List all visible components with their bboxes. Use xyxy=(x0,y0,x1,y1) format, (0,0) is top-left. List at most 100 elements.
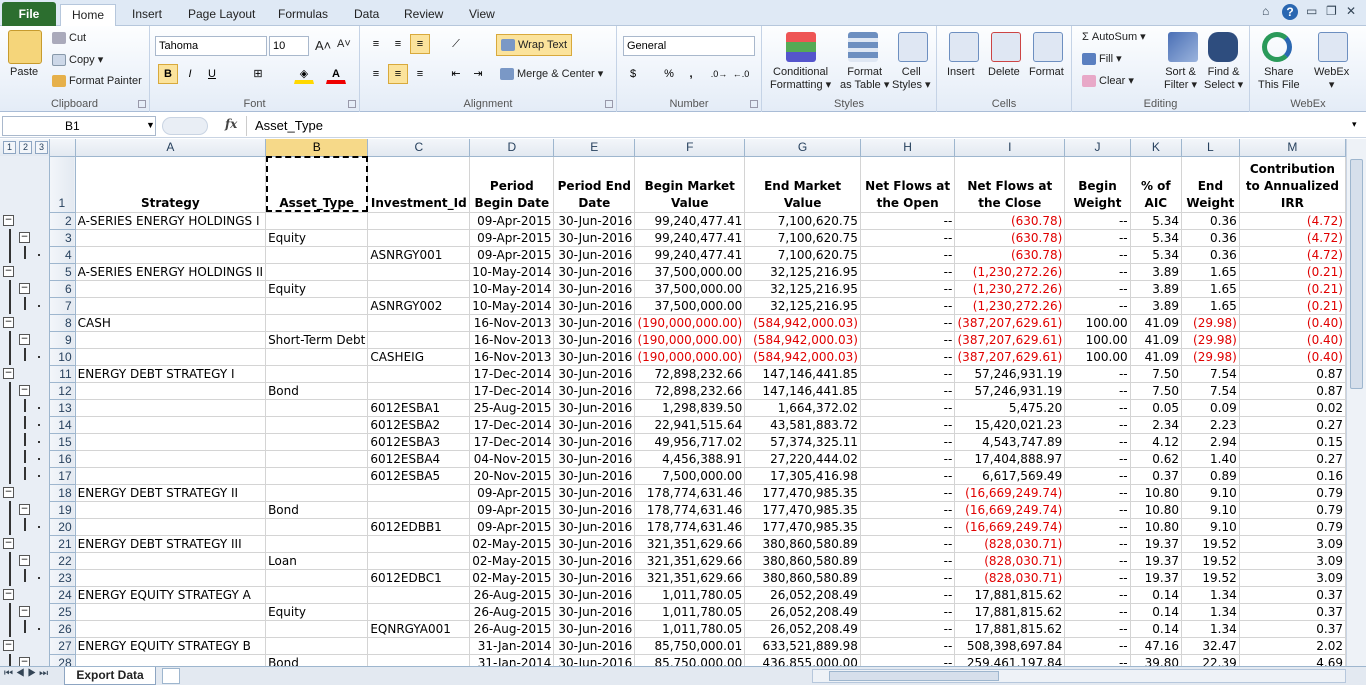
cell[interactable] xyxy=(367,501,471,519)
cell[interactable]: 02-May-2015 xyxy=(469,552,555,570)
cell[interactable] xyxy=(75,416,267,434)
header-cell[interactable]: Period Begin Date xyxy=(469,156,555,213)
outline-level-2-button[interactable]: 2 xyxy=(19,141,32,154)
cell[interactable]: 41.09 xyxy=(1130,348,1183,366)
cell[interactable]: 0.89 xyxy=(1181,467,1240,485)
cell[interactable]: 47.16 xyxy=(1130,637,1183,655)
header-cell[interactable]: End Market Value xyxy=(744,156,861,213)
cell[interactable]: (16,669,249.74) xyxy=(954,518,1066,536)
cell[interactable] xyxy=(75,654,267,666)
cell[interactable]: 5.34 xyxy=(1130,246,1183,264)
cell[interactable]: 09-Apr-2015 xyxy=(469,484,555,502)
outline-collapse-icon[interactable]: − xyxy=(19,555,30,566)
cell[interactable]: -- xyxy=(860,416,956,434)
worksheet-grid[interactable]: 1 2 3 A B C D E F G H I J K L M 1 Strategy Asset_Type Inves… xyxy=(0,139,1346,666)
outline-collapse-icon[interactable]: − xyxy=(3,368,14,379)
cell[interactable]: 26,052,208.49 xyxy=(744,620,861,638)
cell[interactable]: CASHEIG xyxy=(367,348,471,366)
align-middle-icon[interactable]: ≡ xyxy=(388,34,408,54)
cell[interactable]: Short-Term Debt xyxy=(265,331,369,349)
format-as-table-button[interactable]: Format as Table ▾ xyxy=(840,66,889,92)
italic-button[interactable]: I xyxy=(180,64,200,84)
cell[interactable]: -- xyxy=(860,603,956,621)
cell[interactable]: -- xyxy=(860,246,956,264)
webex-button[interactable]: WebEx ▾ xyxy=(1314,66,1349,92)
header-cell[interactable]: End Weight xyxy=(1181,156,1240,213)
cell[interactable]: 0.79 xyxy=(1239,484,1346,502)
cell[interactable]: -- xyxy=(1064,433,1131,451)
cell[interactable]: 16-Nov-2013 xyxy=(469,331,555,349)
row-header[interactable]: 14 xyxy=(49,416,76,434)
insert-button[interactable]: Insert xyxy=(947,66,975,78)
row-header[interactable]: 8 xyxy=(49,314,76,332)
cell[interactable]: 7.50 xyxy=(1130,382,1183,400)
cell[interactable]: -- xyxy=(1064,637,1131,655)
cell[interactable]: 41.09 xyxy=(1130,314,1183,332)
cell[interactable]: (0.21) xyxy=(1239,280,1346,298)
cell[interactable]: (29.98) xyxy=(1181,331,1240,349)
cell[interactable]: -- xyxy=(860,518,956,536)
cell[interactable]: 436,855,000.00 xyxy=(744,654,861,666)
row-header[interactable]: 11 xyxy=(49,365,76,383)
align-top-icon[interactable]: ≡ xyxy=(366,34,386,54)
cell[interactable]: 3.09 xyxy=(1239,535,1346,553)
cell[interactable]: 30-Jun-2016 xyxy=(553,484,636,502)
cell[interactable]: -- xyxy=(860,280,956,298)
tab-formulas[interactable]: Formulas xyxy=(272,4,334,26)
cell[interactable] xyxy=(265,263,369,281)
cell[interactable] xyxy=(75,348,267,366)
window-close-icon[interactable]: ✕ xyxy=(1346,4,1356,18)
cell[interactable]: -- xyxy=(860,552,956,570)
cell[interactable]: 30-Jun-2016 xyxy=(553,348,636,366)
row-header[interactable]: 4 xyxy=(49,246,76,264)
cell[interactable]: 30-Jun-2016 xyxy=(553,212,636,230)
outline-collapse-icon[interactable]: − xyxy=(3,589,14,600)
cell[interactable] xyxy=(265,450,369,468)
outline-collapse-icon[interactable]: − xyxy=(19,504,30,515)
orientation-icon[interactable]: ⟋ xyxy=(446,34,466,54)
cell[interactable]: 30-Jun-2016 xyxy=(553,501,636,519)
currency-button[interactable]: $ xyxy=(623,64,643,84)
cell[interactable]: 7,500,000.00 xyxy=(634,467,746,485)
tab-page-layout[interactable]: Page Layout xyxy=(182,4,261,26)
cell[interactable]: 6012ESBA4 xyxy=(367,450,471,468)
cell[interactable]: (630.78) xyxy=(954,212,1066,230)
cell[interactable]: (584,942,000.03) xyxy=(744,348,861,366)
cell[interactable]: 0.27 xyxy=(1239,416,1346,434)
cell[interactable]: 380,860,580.89 xyxy=(744,535,861,553)
cell[interactable] xyxy=(265,212,369,230)
outline-collapse-icon[interactable]: − xyxy=(19,385,30,396)
cell[interactable] xyxy=(367,263,471,281)
cell[interactable]: 27,220,444.02 xyxy=(744,450,861,468)
cell[interactable] xyxy=(75,229,267,247)
cell[interactable]: 0.87 xyxy=(1239,365,1346,383)
cell[interactable]: -- xyxy=(860,212,956,230)
cell[interactable]: -- xyxy=(860,263,956,281)
cell[interactable]: (584,942,000.03) xyxy=(744,314,861,332)
cell[interactable]: 09-Apr-2015 xyxy=(469,229,555,247)
cell[interactable] xyxy=(367,654,471,666)
cell[interactable] xyxy=(367,314,471,332)
cell[interactable]: 02-May-2015 xyxy=(469,569,555,587)
cell[interactable]: 30-Jun-2016 xyxy=(553,433,636,451)
cell[interactable]: Bond xyxy=(265,382,369,400)
cell[interactable]: -- xyxy=(860,365,956,383)
cut-button[interactable]: Cut xyxy=(52,32,86,45)
cell[interactable]: 0.36 xyxy=(1181,229,1240,247)
cell[interactable] xyxy=(75,280,267,298)
cell[interactable]: 6012EDBC1 xyxy=(367,569,471,587)
outline-collapse-icon[interactable]: − xyxy=(19,232,30,243)
cell[interactable]: 32,125,216.95 xyxy=(744,297,861,315)
cell[interactable]: 17-Dec-2014 xyxy=(469,382,555,400)
cell[interactable]: -- xyxy=(1064,467,1131,485)
cell[interactable]: ENERGY EQUITY STRATEGY B xyxy=(75,637,267,655)
cell[interactable]: 6012ESBA2 xyxy=(367,416,471,434)
outline-collapse-icon[interactable]: − xyxy=(3,538,14,549)
cell[interactable] xyxy=(367,229,471,247)
cell[interactable]: (0.40) xyxy=(1239,331,1346,349)
cell[interactable]: 17-Dec-2014 xyxy=(469,433,555,451)
row-header[interactable]: 22 xyxy=(49,552,76,570)
cell[interactable]: 3.89 xyxy=(1130,280,1183,298)
cell[interactable]: 16-Nov-2013 xyxy=(469,314,555,332)
outline-level-3-button[interactable]: 3 xyxy=(35,141,48,154)
